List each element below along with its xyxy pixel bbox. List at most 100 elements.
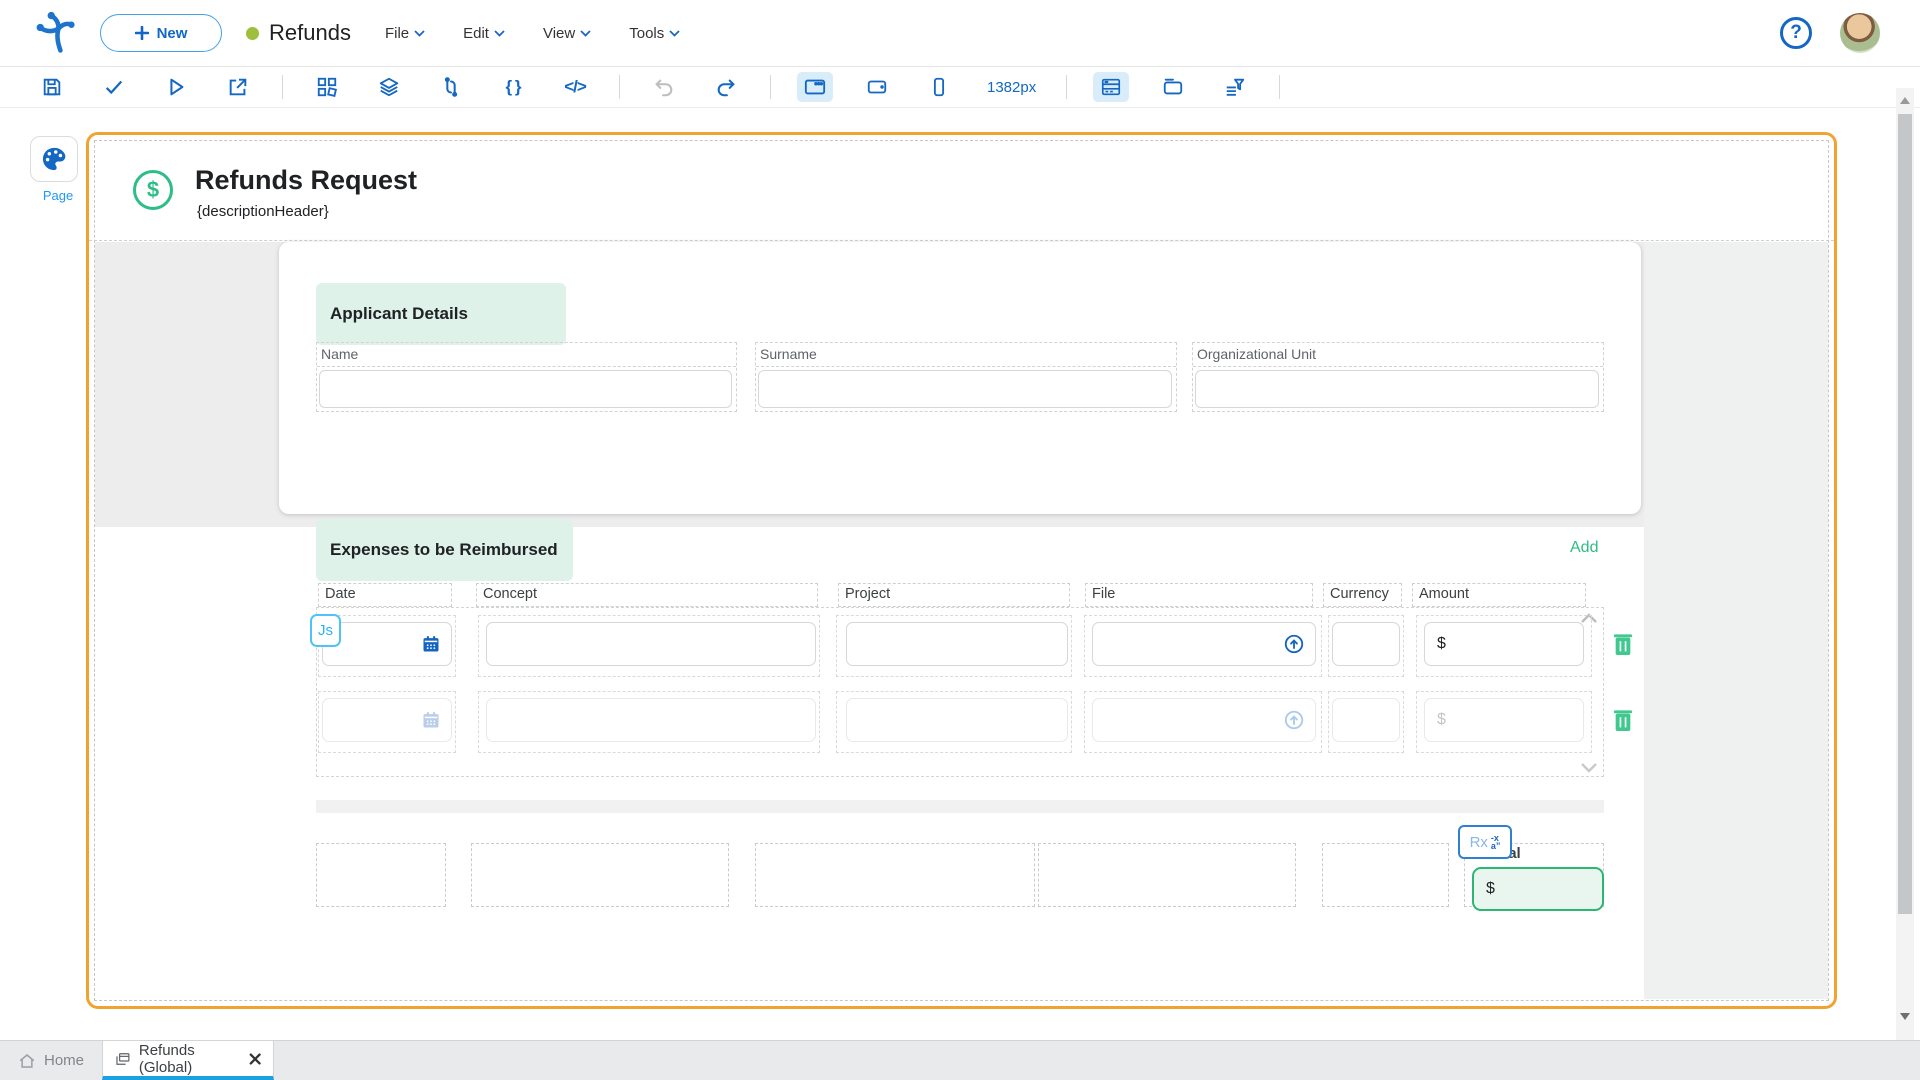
applicant-card[interactable]: Applicant Details Name Surname Organizat… [279, 242, 1641, 514]
applicant-section-header[interactable]: Applicant Details [316, 283, 566, 345]
phone-view-icon[interactable] [921, 72, 957, 102]
file-input[interactable] [1092, 622, 1316, 666]
menu-view[interactable]: View [543, 25, 591, 42]
footer-cell[interactable] [1038, 843, 1296, 907]
user-avatar[interactable] [1840, 13, 1880, 53]
concept-input[interactable] [486, 698, 816, 742]
tab-refunds-global-label: Refunds (Global) [138, 1041, 195, 1076]
footer-cell[interactable] [755, 843, 1035, 907]
source-code-icon[interactable]: </> [557, 72, 593, 102]
chevron-down-icon[interactable] [1580, 761, 1598, 775]
upload-icon[interactable] [1283, 633, 1305, 655]
amount-currency-prefix: $ [1437, 711, 1446, 728]
panel-page-icon [116, 1052, 130, 1065]
org-unit-label: Organizational Unit [1193, 343, 1603, 367]
project-input[interactable] [846, 698, 1068, 742]
braces-icon[interactable]: { } [495, 72, 531, 102]
expenses-section[interactable]: Expenses to be Reimbursed Add Date Conce… [310, 519, 1646, 939]
flow-connections-icon[interactable] [433, 72, 469, 102]
app-logo-icon[interactable] [28, 7, 80, 59]
layers-icon[interactable] [371, 72, 407, 102]
total-input[interactable]: $ [1472, 867, 1604, 911]
rx-formula-badge[interactable]: Rx -x a” [1458, 825, 1512, 859]
concept-input[interactable] [486, 622, 816, 666]
currency-input[interactable] [1332, 698, 1400, 742]
tablet-view-icon[interactable] [859, 72, 895, 102]
name-input[interactable] [319, 370, 732, 408]
total-currency-prefix: $ [1486, 880, 1495, 897]
expenses-section-header[interactable]: Expenses to be Reimbursed [316, 519, 573, 581]
calendar-icon[interactable] [421, 634, 441, 654]
widgets-grid-icon[interactable] [309, 72, 345, 102]
delete-row-icon[interactable] [1612, 632, 1634, 656]
form-title[interactable]: Refunds Request [195, 165, 417, 196]
workspace: Page $ Refunds Request {descriptionHeade… [0, 108, 1920, 1040]
panel-rows-icon[interactable] [1093, 72, 1130, 102]
chevron-down-icon [580, 29, 591, 37]
browser-window-icon[interactable] [1155, 72, 1191, 102]
vertical-scrollbar[interactable] [1896, 88, 1914, 1040]
surname-field-cell[interactable]: Surname [755, 342, 1177, 412]
scrollbar-thumb[interactable] [1898, 114, 1912, 914]
footer-cell[interactable] [1322, 843, 1449, 907]
help-icon[interactable]: ? [1780, 17, 1812, 49]
name-field-cell[interactable]: Name [316, 342, 737, 412]
column-header-project[interactable]: Project [838, 583, 1070, 607]
org-unit-field-cell[interactable]: Organizational Unit [1192, 342, 1604, 412]
js-script-badge[interactable]: Js [310, 614, 341, 647]
add-row-link[interactable]: Add [1570, 539, 1598, 557]
page-palette-tool: Page [30, 136, 86, 203]
export-icon[interactable] [220, 72, 256, 102]
delete-row-icon[interactable] [1612, 708, 1634, 732]
toolbar-separator [1066, 75, 1068, 99]
rx-formula-glyph: -x a” [1491, 834, 1501, 851]
chevron-down-icon [414, 29, 425, 37]
toolbar-separator [770, 75, 771, 99]
page-palette-button[interactable] [30, 136, 78, 182]
surname-input[interactable] [758, 370, 1172, 408]
amount-input[interactable]: $ [1424, 622, 1584, 666]
code-glyph: </> [564, 77, 587, 96]
column-header-amount[interactable]: Amount [1412, 583, 1586, 607]
filter-funnel-icon[interactable] [1217, 72, 1253, 102]
file-input[interactable] [1092, 698, 1316, 742]
expenses-section-title: Expenses to be Reimbursed [330, 540, 558, 559]
save-icon[interactable] [34, 72, 70, 102]
undo-icon[interactable] [646, 72, 682, 102]
amount-input[interactable]: $ [1424, 698, 1584, 742]
menu-tools[interactable]: Tools [629, 25, 680, 42]
redo-icon[interactable] [708, 72, 744, 102]
desktop-view-icon[interactable] [797, 72, 833, 102]
menu-edit[interactable]: Edit [463, 25, 505, 42]
currency-input[interactable] [1332, 622, 1400, 666]
run-play-icon[interactable] [158, 72, 194, 102]
design-canvas[interactable]: $ Refunds Request {descriptionHeader} Ap… [86, 132, 1837, 1009]
upload-icon[interactable] [1283, 709, 1305, 731]
org-unit-input[interactable] [1195, 370, 1599, 408]
calendar-icon[interactable] [421, 710, 441, 730]
page-gray-right-margin [1644, 242, 1828, 999]
form-subtitle[interactable]: {descriptionHeader} [197, 203, 329, 220]
project-input[interactable] [846, 622, 1068, 666]
column-header-concept[interactable]: Concept [476, 583, 818, 607]
column-header-file[interactable]: File [1085, 583, 1313, 607]
menu-tools-label: Tools [629, 24, 665, 42]
close-tab-icon[interactable] [249, 1052, 261, 1066]
chevron-down-icon [669, 29, 680, 37]
footer-cell[interactable] [471, 843, 729, 907]
date-input[interactable] [322, 622, 452, 666]
form-header[interactable]: $ Refunds Request {descriptionHeader} [89, 135, 1834, 241]
column-header-date[interactable]: Date [318, 583, 452, 607]
footer-cell[interactable] [316, 843, 446, 907]
tab-home[interactable]: Home [0, 1041, 102, 1080]
toolbar-separator [282, 75, 283, 99]
scroll-down-arrow-icon[interactable] [1900, 1013, 1910, 1020]
scroll-up-arrow-icon[interactable] [1900, 97, 1910, 104]
validate-check-icon[interactable] [96, 72, 132, 102]
new-button[interactable]: New [100, 14, 222, 52]
dollar-glyph: $ [146, 177, 160, 202]
menu-file[interactable]: File [385, 25, 425, 42]
date-input[interactable] [322, 698, 452, 742]
tab-refunds-global[interactable]: Refunds (Global) [102, 1041, 275, 1080]
column-header-currency[interactable]: Currency [1323, 583, 1402, 607]
